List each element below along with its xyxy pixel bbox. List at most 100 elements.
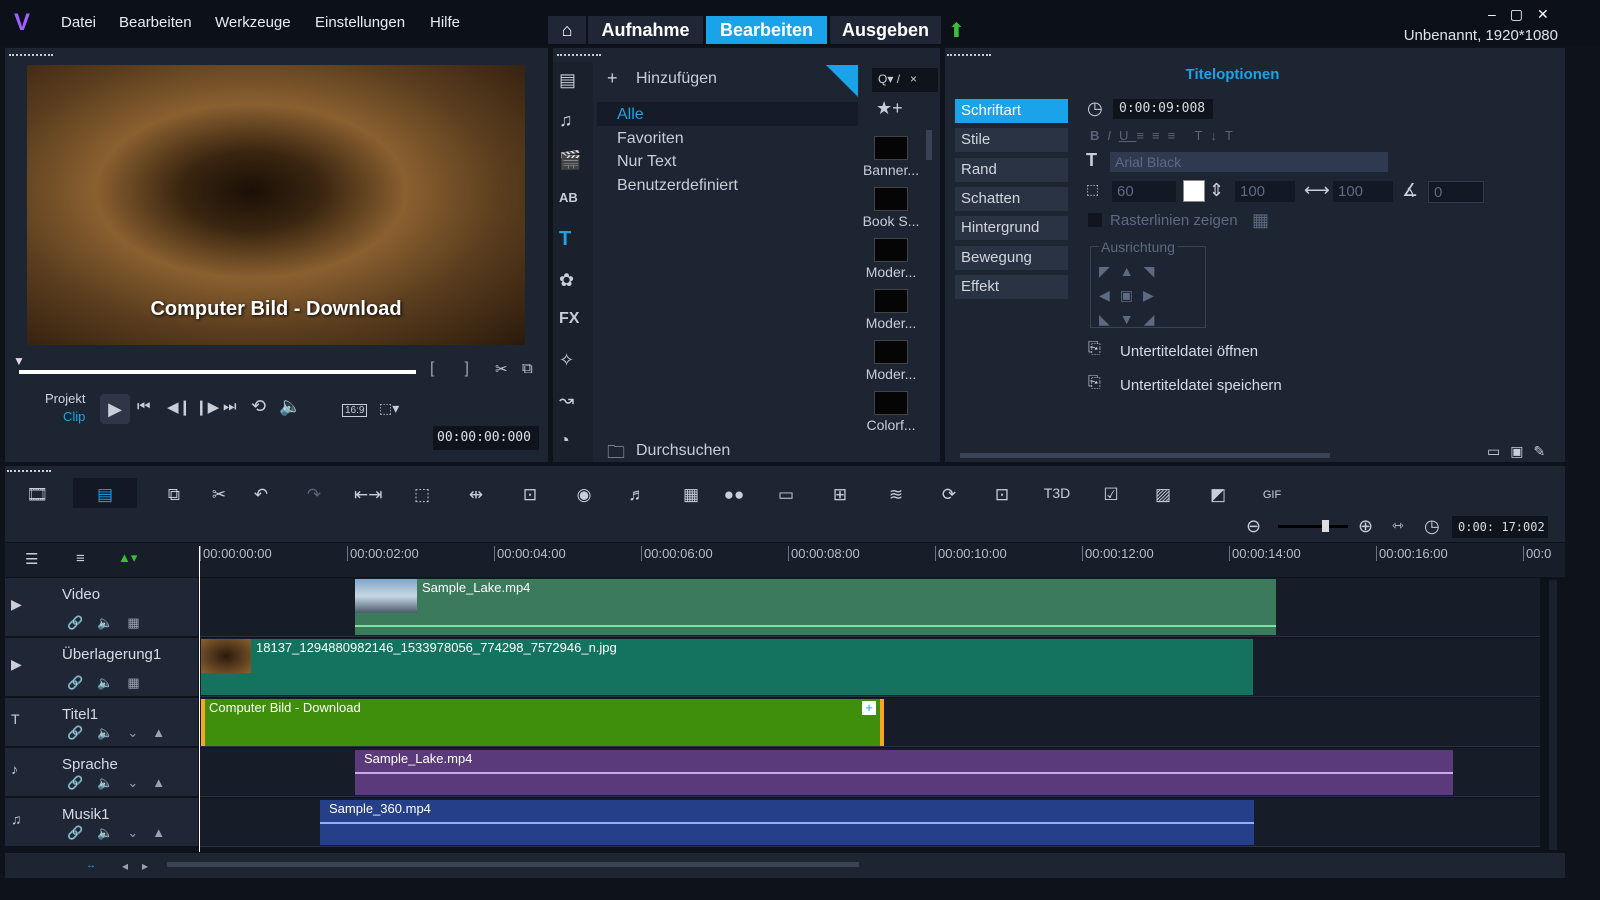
menu-einstellungen[interactable]: Einstellungen — [315, 14, 405, 31]
save-subtitle-button[interactable]: Untertiteldatei speichern — [1120, 377, 1282, 394]
track-controls[interactable]: 🔗🔈▦ — [67, 615, 154, 631]
browse-button[interactable]: Durchsuchen — [636, 442, 730, 460]
template-label[interactable]: Book S... — [862, 213, 920, 229]
auto-music-icon[interactable]: ▦ — [677, 485, 705, 505]
view-mode-icons[interactable]: ▭▣✎ — [1487, 443, 1555, 460]
template-label[interactable]: Moder... — [862, 264, 920, 280]
tab-ausgeben[interactable]: Ausgeben — [830, 16, 941, 44]
zoom-slider-thumb[interactable] — [1322, 520, 1329, 532]
favorite-star-icon[interactable]: ★+ — [876, 98, 903, 119]
scrubber-handle[interactable]: ▼ — [13, 354, 25, 368]
repeat-icon[interactable]: ⟲ — [251, 396, 266, 417]
track-manager-icon[interactable]: ☰ — [25, 550, 38, 568]
preview-video[interactable]: Computer Bild - Download — [27, 65, 525, 345]
audio-icon[interactable]: ♫ — [559, 110, 573, 131]
option-tab-bewegung[interactable]: Bewegung — [955, 246, 1068, 270]
filter-benutzerdefiniert[interactable]: Benutzerdefiniert — [617, 177, 738, 195]
track-controls[interactable]: 🔗🔈⌄▲ — [67, 825, 179, 841]
save-subtitle-icon[interactable]: ⎘ — [1088, 374, 1101, 392]
filter-alle[interactable]: Alle — [617, 106, 644, 124]
char-spacing-input[interactable]: 100 — [1333, 181, 1393, 202]
media-icon[interactable]: ▤ — [559, 70, 576, 91]
record-icon[interactable]: ◉ — [570, 485, 598, 505]
template-thumb[interactable] — [874, 136, 908, 160]
template-thumb[interactable] — [874, 340, 908, 364]
font-select[interactable]: Arial Black — [1110, 152, 1388, 172]
multicam-icon[interactable]: ⊞ — [826, 485, 854, 505]
scroll-arrows[interactable]: ◂▸ — [122, 859, 162, 873]
track-header[interactable]: ♫ Musik1 🔗🔈⌄▲ — [5, 798, 198, 847]
speed-icon[interactable]: ≋ — [882, 485, 910, 505]
open-subtitle-button[interactable]: Untertiteldatei öffnen — [1120, 343, 1258, 360]
pin-icon[interactable] — [826, 65, 858, 97]
option-tab-schriftart[interactable]: Schriftart — [955, 99, 1068, 123]
option-tab-stile[interactable]: Stile — [955, 128, 1068, 152]
font-color-swatch[interactable] — [1183, 180, 1205, 202]
ripple-icon[interactable]: ⇹ — [462, 485, 490, 505]
storyboard-view-icon[interactable]: 🎞 — [23, 485, 51, 505]
audio-mix-icon[interactable]: ♬ — [623, 485, 651, 505]
open-subtitle-icon[interactable]: ⎘ — [1088, 340, 1101, 358]
menu-werkzeuge[interactable]: Werkzeuge — [215, 14, 291, 31]
split-scissors-icon[interactable]: ✂ — [495, 360, 508, 378]
volume-icon[interactable]: 🔈 — [279, 396, 301, 417]
gif-icon[interactable]: GIF — [1258, 489, 1286, 501]
redo-icon[interactable]: ↷ — [300, 485, 328, 505]
text-format-buttons[interactable]: BIU≡≡≡ T↓T — [1090, 128, 1241, 143]
subtitle-icon[interactable]: ▭ — [772, 485, 800, 505]
template-label[interactable]: Banner... — [862, 162, 920, 178]
step-back-icon[interactable]: ◀❙ — [167, 398, 191, 416]
copy-icon[interactable]: ⧉ — [160, 485, 188, 505]
option-tab-hintergrund[interactable]: Hintergrund — [955, 216, 1068, 240]
title-icon[interactable]: T — [559, 228, 571, 251]
enlarge-preview-icon[interactable]: ⧉ — [522, 360, 533, 377]
panel-grip[interactable] — [7, 470, 51, 474]
ripple-edit-icon[interactable]: ▲▾ — [118, 550, 137, 566]
tab-bearbeiten[interactable]: Bearbeiten — [706, 16, 827, 44]
aspect-ratio-button[interactable]: 16:9 — [342, 404, 368, 417]
crop-icon[interactable]: ⬚ — [408, 485, 436, 505]
track-header[interactable]: ▶ Video 🔗🔈▦ — [5, 578, 198, 637]
fit-project-icon[interactable]: ⇿ — [1392, 517, 1404, 534]
timeline-view-icon[interactable]: ▤ — [91, 485, 119, 505]
zoom-slider[interactable] — [1278, 520, 1348, 532]
alignment-grid-icon[interactable]: ◤▲◥ ◀▣▶ ◣▼◢ — [1099, 259, 1164, 331]
template-scrollbar[interactable] — [926, 130, 932, 160]
upload-icon[interactable]: ⬆ — [948, 18, 965, 43]
transition-icon[interactable]: AB — [559, 190, 578, 205]
template-thumb[interactable] — [874, 238, 908, 262]
fit-icon[interactable]: ⇤⇥ — [354, 485, 383, 505]
options-hscrollbar[interactable] — [960, 453, 1330, 458]
clip-video[interactable]: Sample_Lake.mp4 — [355, 579, 1276, 635]
mask-icon[interactable]: ☑ — [1097, 485, 1125, 505]
track-controls[interactable]: 🔗🔈⌄▲ — [67, 775, 179, 791]
home-tab-icon[interactable]: ⌂ — [548, 16, 586, 44]
clip-overlay[interactable]: 18137_1294880982146_1533978056_774298_75… — [201, 639, 1253, 695]
path-icon[interactable]: ↝ — [559, 390, 574, 411]
timeline-vscrollbar[interactable] — [1549, 580, 1557, 850]
option-tab-schatten[interactable]: Schatten — [955, 187, 1068, 211]
scrubber-bar[interactable] — [19, 370, 416, 374]
option-tab-rand[interactable]: Rand — [955, 158, 1068, 182]
fit-timeline-icon[interactable]: ↔ — [86, 860, 96, 871]
motion-icon[interactable]: ●● — [720, 485, 748, 505]
instant-project-icon[interactable]: 🎬 — [559, 150, 581, 171]
template-thumb[interactable] — [874, 391, 908, 415]
add-button[interactable]: Hinzufügen — [636, 70, 717, 88]
color-grading-icon[interactable]: ◩ — [1204, 485, 1232, 505]
panel-grip[interactable] — [557, 54, 601, 58]
clip-voice[interactable]: Sample_Lake.mp4 — [355, 750, 1453, 795]
step-forward-icon[interactable]: ❙▶ — [195, 398, 219, 416]
magic-icon[interactable]: ✧ — [559, 350, 574, 371]
panel-grip[interactable] — [947, 54, 991, 58]
clip-add-icon[interactable]: + — [862, 701, 876, 715]
timeline-hscrollbar[interactable] — [167, 862, 859, 867]
zoom-in-icon[interactable]: ⊕ — [1358, 516, 1373, 537]
track-header[interactable]: ♪ Sprache 🔗🔈⌄▲ — [5, 748, 198, 797]
window-controls[interactable]: –▢✕ — [1488, 6, 1563, 23]
preview-timecode[interactable]: 00:00:00:000 — [433, 426, 539, 450]
library-search-input[interactable]: Q▾ / × — [872, 68, 938, 92]
track-controls[interactable]: 🔗🔈⌄▲ — [67, 725, 179, 741]
line-spacing-input[interactable]: 100 — [1235, 181, 1295, 202]
add-icon[interactable]: + — [607, 68, 618, 89]
